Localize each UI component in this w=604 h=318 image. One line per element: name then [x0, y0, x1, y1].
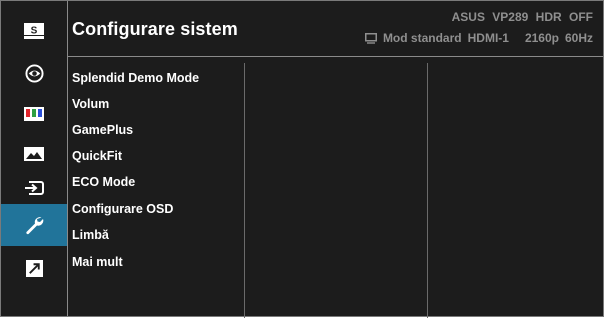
color-icon: [24, 107, 44, 121]
menu-item-splendid-demo[interactable]: Splendid Demo Mode: [72, 71, 199, 85]
shortcut-icon: [25, 259, 43, 277]
sidebar-divider: [67, 1, 68, 316]
sidebar: S: [1, 1, 67, 316]
menu-item-gameplus[interactable]: GamePlus: [72, 123, 133, 137]
menu-item-osd-setup[interactable]: Configurare OSD: [72, 202, 173, 216]
page-title: Configurare sistem: [72, 19, 238, 39]
wrench-icon: [26, 217, 44, 235]
sidebar-item-shortcut[interactable]: [8, 255, 60, 281]
monitor-icon: [364, 32, 377, 44]
sidebar-item-eye-care[interactable]: [8, 60, 60, 86]
sidebar-item-system-setup[interactable]: [1, 204, 67, 246]
menu-item-eco-mode[interactable]: ECO Mode: [72, 175, 135, 189]
menu-item-volume[interactable]: Volum: [72, 97, 109, 111]
sidebar-item-color[interactable]: [8, 101, 60, 127]
status-bar: Mod standard HDMI-1 2160p 60Hz: [364, 31, 593, 45]
column-divider-1: [244, 63, 245, 318]
menu-item-quickfit[interactable]: QuickFit: [72, 149, 122, 163]
resolution-label: 2160p: [524, 31, 559, 45]
sidebar-item-image[interactable]: [8, 141, 60, 167]
menu-item-language[interactable]: Limbă: [72, 228, 109, 242]
image-icon: [24, 147, 44, 161]
header-divider: [67, 56, 603, 57]
splendid-icon: S: [24, 23, 44, 39]
sidebar-item-input[interactable]: [8, 175, 60, 201]
splendid-letter: S: [31, 26, 38, 37]
osd-window: S Configurare sistem ASUS VP289 HDR OFF …: [0, 0, 604, 318]
menu-item-more[interactable]: Mai mult: [72, 255, 123, 269]
mode-label: Mod standard: [382, 31, 462, 45]
input-label: HDMI-1: [467, 31, 509, 45]
model-info: ASUS VP289 HDR OFF: [451, 10, 593, 24]
input-select-icon: [25, 181, 44, 195]
refresh-label: 60Hz: [564, 31, 593, 45]
sidebar-item-splendid[interactable]: S: [8, 18, 60, 44]
eye-care-icon: [24, 63, 44, 83]
column-divider-2: [427, 63, 428, 318]
